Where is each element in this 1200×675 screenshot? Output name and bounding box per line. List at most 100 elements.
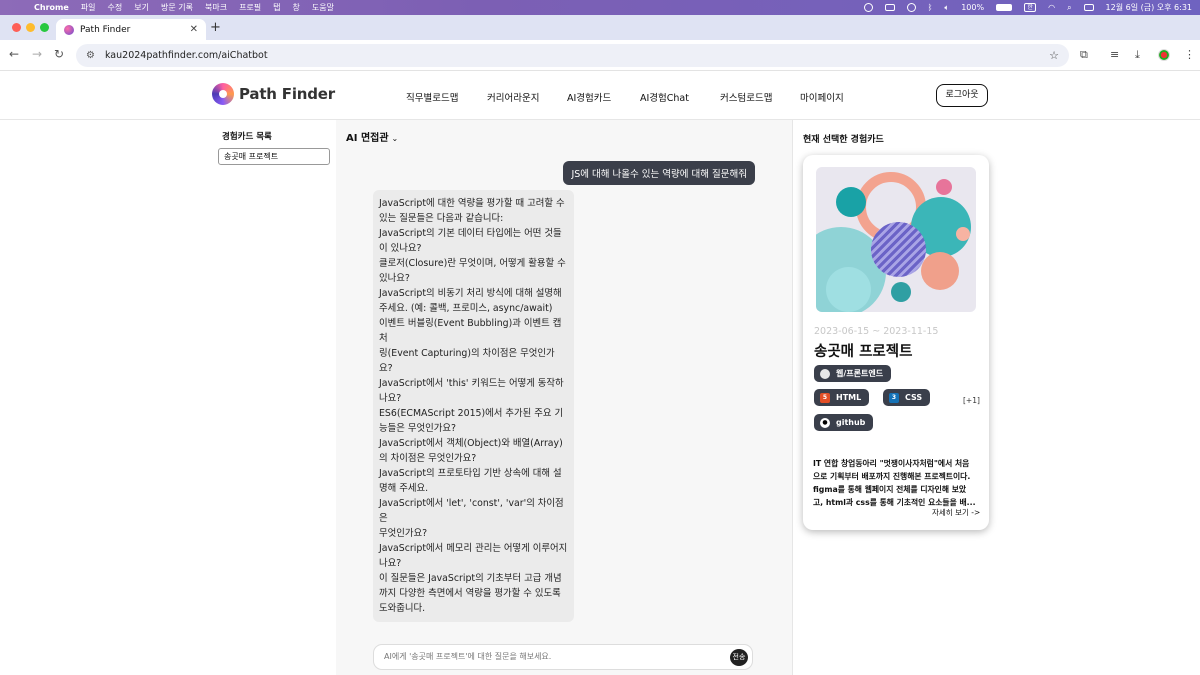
ai-message-line: JavaScript에서 메모리 관리는 어떻게 이루어지 — [379, 543, 568, 554]
ai-message-line: 무엇인가요? — [379, 528, 428, 539]
ai-message-line: JavaScript에서 객체(Object)와 배열(Array) — [379, 438, 563, 449]
menu-item-file[interactable]: 파일 — [81, 2, 96, 13]
menu-item-view[interactable]: 보기 — [134, 2, 149, 13]
card-description: IT 연합 창업동아리 "멋쟁이사자처럼"에서 처음 으로 기획부터 배포까지 … — [813, 457, 981, 509]
zoom-window-button[interactable] — [40, 23, 49, 32]
ai-message-line: JavaScript의 비동기 처리 방식에 대해 설명해 — [379, 288, 562, 299]
menu-item-bookmarks[interactable]: 북마크 — [205, 2, 227, 13]
more-skills-count: [+1] — [963, 396, 980, 405]
menu-item-edit[interactable]: 수정 — [108, 2, 123, 13]
menu-item-tab[interactable]: 탭 — [273, 2, 280, 13]
menu-app-name[interactable]: Chrome — [34, 3, 69, 12]
search-icon[interactable]: ⌕ — [1067, 3, 1071, 13]
url-text[interactable]: kau2024pathfinder.com/aiChatbot — [105, 50, 268, 61]
nav-ai-experience-card[interactable]: AI경험카드 — [567, 90, 611, 104]
ai-message-line: 나요? — [379, 558, 402, 569]
status-app-icon[interactable] — [863, 3, 873, 12]
volume-icon[interactable]: 🔈︎ — [944, 3, 949, 13]
ai-message-line: 명해 주세요. — [379, 483, 429, 494]
skill-label: github — [836, 418, 866, 427]
html5-icon: 5 — [820, 392, 830, 403]
chat-input[interactable]: AI에게 '송곳매 프로젝트'에 대한 질문을 해보세요. 전송 — [373, 644, 753, 670]
card-title: 송곳매 프로젝트 — [814, 344, 913, 360]
ai-message-line: 이벤트 버블링(Event Bubbling)과 이벤트 캡처 — [379, 318, 562, 344]
ai-message-line: 이 질문들은 JavaScript의 기초부터 고급 개념 — [379, 573, 562, 584]
ai-message-line: JavaScript에 대한 역량을 평가할 때 고려할 수 — [379, 198, 565, 209]
card-dates: 2023-06-15 ~ 2023-11-15 — [814, 326, 939, 337]
address-bar[interactable]: ⚙ kau2024pathfinder.com/aiChatbot ☆ — [76, 44, 1069, 67]
ai-message-line: 있나요? — [379, 273, 410, 284]
minimize-window-button[interactable] — [26, 23, 35, 32]
browser-tab-strip: Path Finder ✕ + — [0, 15, 1200, 40]
nav-roadmap-by-job[interactable]: 직무별로드맵 — [406, 90, 458, 104]
experience-card[interactable]: 2023-06-15 ~ 2023-11-15 송곳매 프로젝트 웹/프론트엔드… — [803, 155, 989, 530]
battery-icon[interactable] — [996, 4, 1013, 11]
clock[interactable]: 12월 6일 (금) 오후 6:31 — [1106, 2, 1192, 13]
nav-ai-experience-chat[interactable]: AI경험Chat — [640, 90, 689, 104]
ai-message-line: ES6(ECMAScript 2015)에서 추가된 주요 기 — [379, 408, 564, 419]
play-icon[interactable] — [906, 3, 916, 12]
forward-icon[interactable]: → — [32, 47, 42, 61]
close-tab-icon[interactable]: ✕ — [190, 24, 198, 35]
extensions-icon[interactable]: ⧉ — [1080, 48, 1088, 62]
ai-message-line: 이 있나요? — [379, 243, 422, 254]
bookmark-star-icon[interactable]: ☆ — [1049, 49, 1059, 62]
download-icon[interactable]: ⤓ — [1135, 48, 1140, 62]
skill-badge-css: 3 CSS — [883, 389, 931, 406]
sidebar-card-item[interactable]: 송곳매 프로젝트 — [218, 148, 330, 165]
profile-avatar[interactable] — [1158, 49, 1170, 61]
more-menu-icon[interactable]: ⋮ — [1184, 48, 1195, 61]
menu-item-window[interactable]: 창 — [293, 2, 300, 13]
skill-badge-html: 5 HTML — [814, 389, 870, 406]
bluetooth-icon[interactable]: ᛒ — [928, 3, 933, 12]
card-cover-image — [816, 167, 976, 312]
ai-message-line: 도와줍니다. — [379, 603, 426, 614]
reload-icon[interactable]: ↻ — [54, 47, 64, 61]
nav-my-page[interactable]: 마이페이지 — [800, 90, 844, 104]
browser-tab-active[interactable]: Path Finder ✕ — [56, 19, 206, 40]
ai-message-line: JavaScript에서 'let', 'const', 'var'의 차이점은 — [379, 498, 564, 524]
display-icon[interactable] — [884, 4, 895, 11]
tab-title: Path Finder — [80, 24, 131, 35]
skill-label: HTML — [836, 393, 862, 402]
menu-item-history[interactable]: 방문 기록 — [161, 2, 193, 13]
browser-toolbar: ← → ↻ ⚙ kau2024pathfinder.com/aiChatbot … — [0, 40, 1200, 71]
skill-badge-github: ● github — [814, 414, 874, 431]
favicon-icon — [64, 24, 74, 35]
user-message-bubble: JS에 대해 나올수 있는 역량에 대해 질문해줘 — [563, 161, 755, 185]
logout-button[interactable]: 로그아웃 — [936, 84, 988, 107]
ai-message-line: 나요? — [379, 393, 402, 404]
wifi-icon[interactable]: ◠ — [1048, 3, 1055, 12]
nav-career-lounge[interactable]: 커리어라운지 — [487, 90, 539, 104]
description-line: 으로 기획부터 배포까지 진행해본 프로젝트이다. — [813, 472, 971, 481]
menu-item-help[interactable]: 도움말 — [312, 2, 334, 13]
ai-message-line: 주세요. (예: 콜백, 프로미스, async/await) — [379, 303, 553, 314]
send-button[interactable]: 전송 — [730, 649, 748, 666]
battery-percent: 100% — [961, 3, 985, 12]
chat-mode-dropdown[interactable]: AI 면접관 ⌄ — [346, 129, 398, 144]
description-line: IT 연합 창업동아리 "멋쟁이사자처럼"에서 처음 — [813, 459, 970, 468]
skill-label: CSS — [905, 393, 923, 402]
chevron-down-icon: ⌄ — [391, 134, 399, 143]
site-info-icon[interactable]: ⚙ — [86, 50, 95, 61]
reading-list-icon[interactable]: ≡ — [1110, 48, 1119, 61]
new-tab-icon[interactable]: + — [210, 20, 221, 35]
back-icon[interactable]: ← — [9, 47, 19, 61]
site-logo[interactable]: Path Finder — [212, 83, 335, 105]
github-icon: ● — [820, 417, 830, 428]
close-window-button[interactable] — [12, 23, 21, 32]
description-line: figma를 통해 웹페이지 전체를 디자인해 보았 — [813, 485, 967, 494]
nav-custom-roadmap[interactable]: 커스텀로드맵 — [720, 90, 772, 104]
experience-card-sidebar: 경험카드 목록 송곳매 프로젝트 — [210, 120, 336, 675]
view-details-link[interactable]: 자세히 보기 -> — [932, 507, 980, 518]
menu-item-profiles[interactable]: 프로필 — [239, 2, 261, 13]
panel-title: 현재 선택한 경험카드 — [803, 135, 884, 145]
ai-message-line: 능들은 무엇인가요? — [379, 423, 456, 434]
input-source-icon[interactable]: 한 — [1024, 3, 1037, 12]
control-center-icon[interactable] — [1083, 4, 1094, 11]
category-label: 웹/프론트엔드 — [836, 369, 884, 378]
ai-message-line: 있는 질문들은 다음과 같습니다: — [379, 213, 504, 224]
ai-message-line: JavaScript의 프로토타입 기반 상속에 대해 설 — [379, 468, 562, 479]
selected-card-panel: 현재 선택한 경험카드 2023-06-15 ~ 2023-11-15 송곳매 … — [792, 120, 1200, 675]
os-menu-bar: Chrome 파일 수정 보기 방문 기록 북마크 프로필 탭 창 도움말 ᛒ … — [0, 0, 1200, 15]
